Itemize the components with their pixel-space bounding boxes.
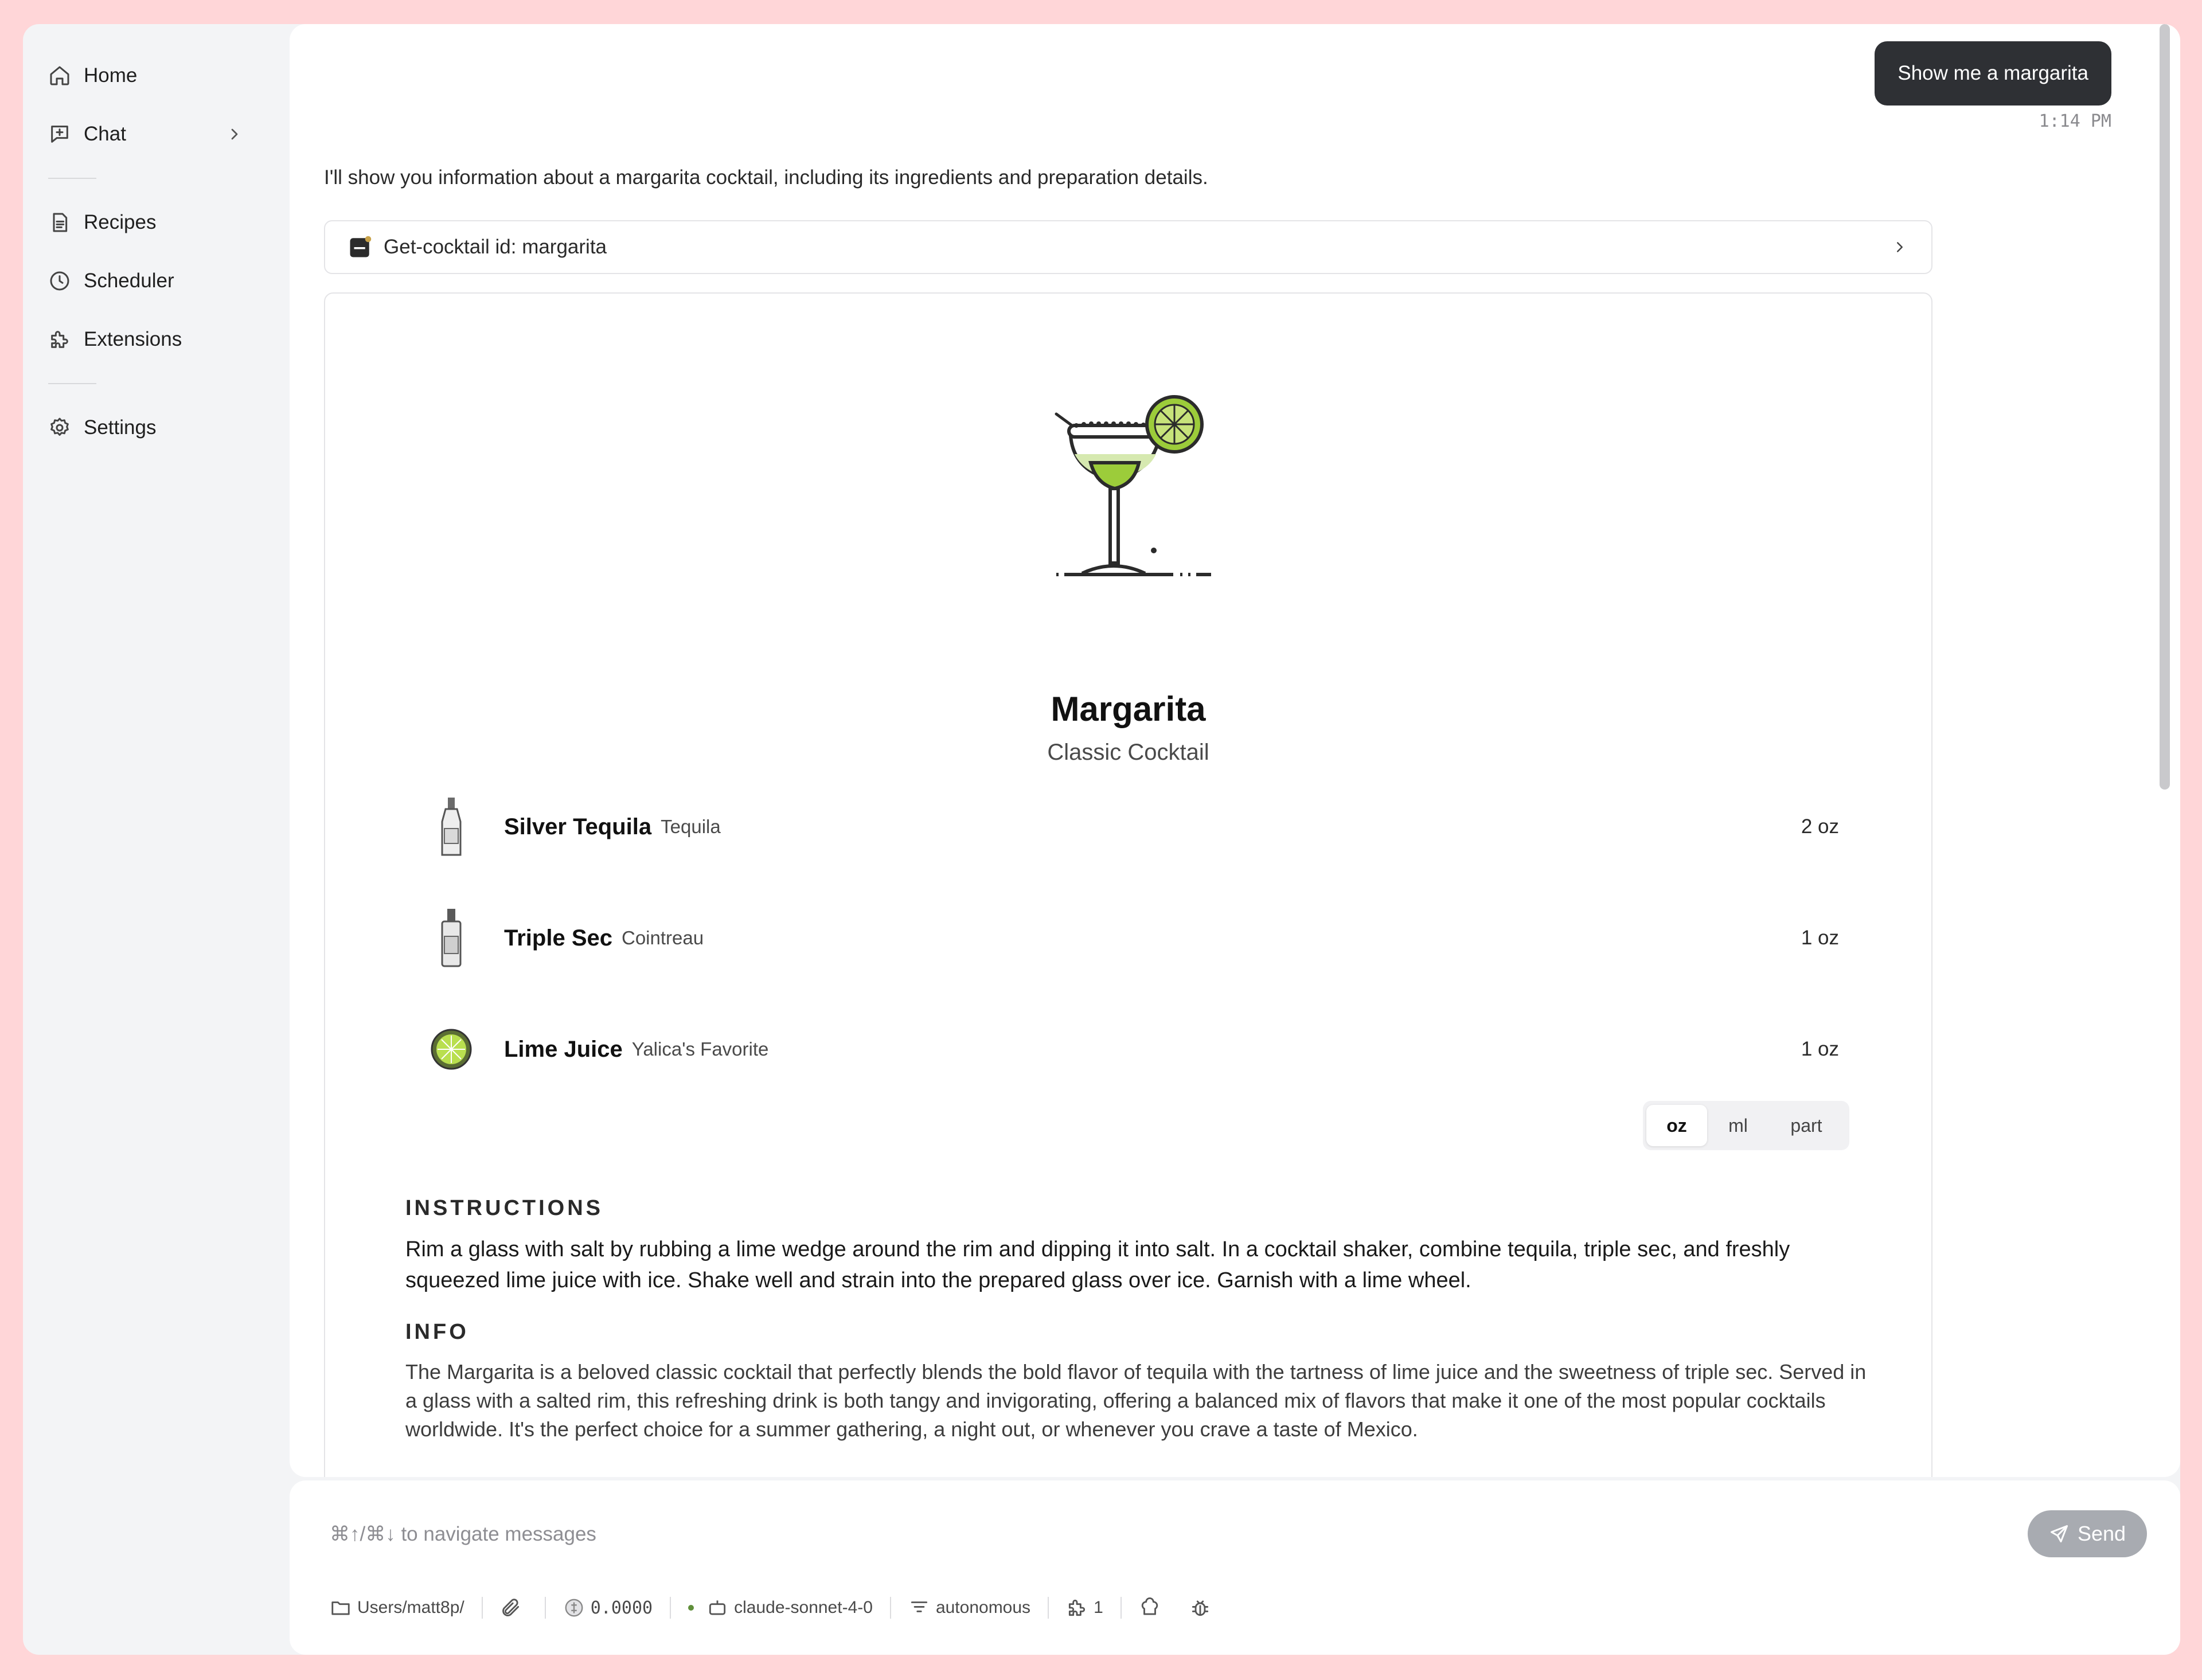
sidebar-item-chat[interactable]: Chat [23, 111, 290, 157]
recipe-button[interactable] [1139, 1591, 1166, 1625]
paperclip-icon [502, 1599, 519, 1616]
extensions-count: 1 [1094, 1598, 1103, 1617]
tequila-bottle-icon [441, 798, 462, 856]
divider [889, 1597, 891, 1619]
terminal-icon [350, 236, 372, 257]
sidebar-item-scheduler[interactable]: Scheduler [23, 258, 290, 304]
ingredient-amount: 1 oz [1801, 1038, 1839, 1060]
message-timestamp: 1:14 PM [2039, 111, 2111, 131]
scrollbar[interactable] [2160, 24, 2170, 790]
ingredient-amount: 2 oz [1801, 815, 1839, 838]
ingredient-name: Lime Juice [504, 1036, 623, 1062]
document-icon [53, 213, 68, 232]
divider [1120, 1597, 1122, 1619]
sidebar-item-label: Settings [84, 416, 157, 439]
divider [481, 1597, 483, 1619]
ingredient-brand: Cointreau [621, 927, 704, 948]
clock-icon [50, 271, 69, 291]
info-heading: INFO [405, 1320, 469, 1344]
sidebar-item-label: Scheduler [84, 269, 174, 292]
ingredient-brand: Tequila [661, 816, 721, 837]
home-icon [50, 66, 69, 85]
bug-icon [1192, 1600, 1208, 1616]
cocktail-card: Margarita Classic Cocktail Silver Tequil… [324, 292, 1932, 1477]
chat-input-area: ⌘↑/⌘↓ to navigate messages Send Users/ma… [290, 1480, 2180, 1655]
attach-button[interactable] [500, 1591, 528, 1625]
cocktail-name: Margarita [1051, 690, 1206, 728]
extensions-counter[interactable]: 1 [1066, 1591, 1103, 1625]
send-icon [2050, 1525, 2068, 1542]
unit-option-ml[interactable]: ml [1707, 1105, 1769, 1146]
robot-icon [709, 1600, 726, 1615]
mode-selector[interactable]: autonomous [908, 1591, 1030, 1625]
ingredient-name: Silver Tequila [504, 814, 652, 839]
sidebar-item-home[interactable]: Home [23, 53, 290, 99]
sidebar-item-recipes[interactable]: Recipes [23, 200, 290, 245]
sidebar-divider [48, 383, 96, 384]
cocktail-category: Classic Cocktail [1047, 740, 1209, 765]
gear-icon [50, 417, 69, 436]
chat-plus-icon [51, 126, 68, 143]
user-message: Show me a margarita [1875, 41, 2111, 106]
info-text: The Margarita is a beloved classic cockt… [405, 1360, 1867, 1441]
instructions-text: Rim a glass with salt by rubbing a lime … [405, 1237, 1790, 1292]
ingredient-name: Triple Sec [504, 925, 612, 951]
divider [1048, 1597, 1049, 1619]
puzzle-icon [1068, 1599, 1086, 1616]
unit-option-part[interactable]: part [1769, 1105, 1844, 1146]
send-label: Send [2077, 1522, 2126, 1545]
sidebar-item-label: Recipes [84, 211, 157, 233]
sidebar-item-settings[interactable]: Settings [23, 405, 290, 451]
ingredient-amount: 1 oz [1801, 927, 1839, 949]
sidebar-item-label: Home [84, 64, 138, 87]
tool-call-label: Get-cocktail id: margarita [384, 236, 607, 258]
directory-selector[interactable]: Users/matt8p/ [330, 1591, 464, 1625]
puzzle-icon [51, 331, 68, 348]
instructions-heading: INSTRUCTIONS [405, 1196, 603, 1220]
conversation-panel: Show me a margarita 1:14 PM I'll show yo… [290, 24, 2180, 1477]
status-bar: Users/matt8p/ 0.0000 claude-sonnet-4-0 a… [330, 1591, 1217, 1625]
folder-icon [331, 1601, 350, 1615]
ingredient-row: Silver Tequila Tequila 2 oz [428, 792, 1839, 861]
app-window: Home Chat Recipes Scheduler Extensions S… [23, 24, 2180, 1655]
sidebar-divider [48, 178, 96, 179]
chevron-right-icon[interactable] [225, 125, 244, 143]
model-label: claude-sonnet-4-0 [734, 1598, 873, 1617]
cost-indicator: 0.0000 [563, 1591, 653, 1625]
tool-call-row[interactable]: Get-cocktail id: margarita [324, 220, 1932, 274]
message-input[interactable]: ⌘↑/⌘↓ to navigate messages [330, 1523, 596, 1546]
model-selector[interactable]: claude-sonnet-4-0 [688, 1591, 873, 1625]
divider [544, 1597, 546, 1619]
unit-toggle: oz ml part [1643, 1101, 1849, 1150]
sidebar-item-extensions[interactable]: Extensions [23, 317, 290, 362]
liqueur-bottle-icon [441, 909, 462, 967]
mode-label: autonomous [935, 1598, 1031, 1617]
sidebar-item-label: Extensions [84, 328, 182, 350]
cost-value: 0.0000 [590, 1597, 653, 1618]
chef-hat-icon [1141, 1597, 1158, 1615]
unit-option-oz[interactable]: oz [1646, 1105, 1707, 1146]
filter-icon [911, 1601, 928, 1612]
ingredient-brand: Yalica's Favorite [631, 1038, 769, 1060]
assistant-message: I'll show you information about a margar… [324, 166, 1208, 189]
debug-button[interactable] [1189, 1591, 1217, 1625]
chevron-right-icon[interactable] [1891, 239, 1908, 256]
coin-icon [565, 1599, 583, 1617]
sidebar-item-label: Chat [84, 123, 126, 145]
lime-icon [431, 1029, 472, 1070]
send-button[interactable]: Send [2028, 1510, 2147, 1557]
status-dot [688, 1605, 694, 1611]
directory-label: Users/matt8p/ [357, 1598, 464, 1617]
margarita-glass-icon [1055, 395, 1211, 576]
sidebar: Home Chat Recipes Scheduler Extensions S… [23, 24, 290, 1655]
ingredient-row: Lime Juice Yalica's Favorite 1 oz [428, 1015, 1839, 1084]
divider [670, 1597, 671, 1619]
ingredient-row: Triple Sec Cointreau 1 oz [428, 904, 1839, 972]
